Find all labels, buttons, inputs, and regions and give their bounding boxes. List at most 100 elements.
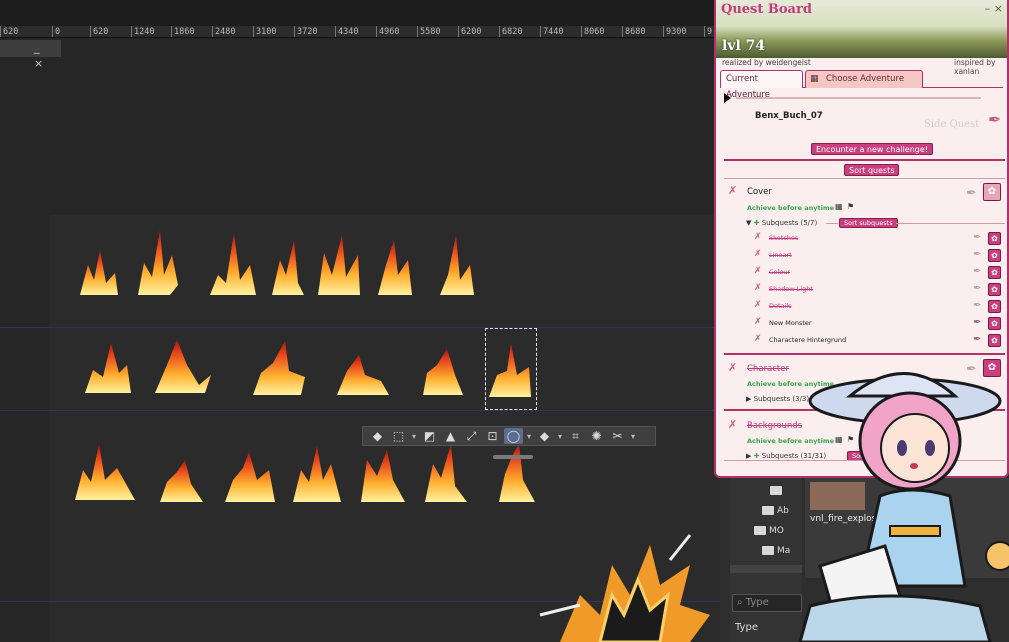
gradient-icon[interactable]: ◩	[420, 428, 439, 444]
top-strip	[0, 0, 720, 26]
grid-select-icon[interactable]: ⊡	[483, 428, 502, 444]
crop-icon[interactable]: ⌗	[566, 428, 585, 444]
transform-icon[interactable]: ⤢	[462, 428, 481, 444]
new-challenge-button[interactable]: Encounter a new challenge!	[811, 143, 933, 155]
subquest-badge-icon[interactable]: ✿	[988, 232, 1001, 245]
subquest-title: Sketches	[769, 234, 799, 242]
side-quest-label[interactable]: Side Quest	[924, 119, 979, 130]
edit-quill-icon[interactable]: ✒	[973, 334, 981, 345]
sort-subquests-button[interactable]: Sort subquests	[839, 218, 898, 228]
edit-quill-icon[interactable]: ✒	[966, 186, 977, 201]
subquest-row: ✗ Colour ✒ ✿	[716, 266, 1007, 280]
delete-quest-icon[interactable]: ✗	[728, 361, 737, 374]
project-name: Benx_Buch_07	[755, 111, 823, 121]
flame-artwork-row-1	[80, 230, 474, 295]
selection-toolbar: ◆ ⬚ ▾ ◩ ▲ ⤢ ⊡ ◯ ▾ ◆ ▾ ⌗ ✺ ✂ ▾	[362, 426, 656, 446]
calendar-icon[interactable]: ▦	[835, 202, 843, 211]
ruler-tick: 9300	[663, 26, 686, 37]
folder-item[interactable]: MO	[754, 526, 784, 536]
flame-artwork-row-3	[75, 444, 535, 502]
mascot-character	[798, 372, 1009, 642]
plus-icon: ✚	[753, 452, 760, 460]
subquest-title: New Monster	[769, 319, 812, 327]
guide-line	[0, 327, 720, 328]
delete-subquest-icon[interactable]: ✗	[754, 300, 762, 310]
edit-quill-icon[interactable]: ✒	[973, 283, 981, 294]
selection-marquee[interactable]	[485, 328, 537, 410]
lasso-icon[interactable]: ◯	[504, 428, 523, 444]
quill-icon[interactable]: ✒	[988, 110, 1001, 129]
subquest-row: ✗ Lineart ✒ ✿	[716, 249, 1007, 263]
chevron-down-icon[interactable]: ▾	[410, 432, 418, 441]
stamp-icon[interactable]: ▲	[441, 428, 460, 444]
ruler-tick: 620	[0, 26, 18, 37]
cut-icon[interactable]: ✂	[608, 428, 627, 444]
ruler-tick: 6200	[458, 26, 481, 37]
folder-icon[interactable]	[770, 486, 785, 496]
subquest-title: Shadow Light	[769, 285, 813, 293]
tab-choose-adventure[interactable]: ▦ Choose Adventure	[805, 70, 923, 88]
delete-subquest-icon[interactable]: ✗	[754, 334, 762, 344]
quest-badge-icon[interactable]: ✿	[983, 183, 1001, 201]
divider	[826, 223, 838, 224]
ruler-tick: 620	[90, 26, 108, 37]
delete-quest-icon[interactable]: ✗	[728, 418, 737, 431]
floating-window-stub[interactable]: _ ×	[0, 40, 61, 70]
calendar-icon: ▦	[810, 74, 819, 84]
chevron-down-icon[interactable]: ▾	[556, 432, 564, 441]
play-icon[interactable]	[724, 93, 731, 103]
ruler-tick: 3720	[294, 26, 317, 37]
ruler-tick: 1860	[171, 26, 194, 37]
delete-subquest-icon[interactable]: ✗	[754, 249, 762, 259]
fill-alt-icon[interactable]: ◆	[535, 428, 554, 444]
sort-quests-button[interactable]: Sort quests	[844, 164, 900, 176]
edit-quill-icon[interactable]: ✒	[973, 232, 981, 243]
explosion-artwork	[539, 534, 710, 642]
subquest-row: ✗ New Monster ✒ ✿	[716, 317, 1007, 331]
flag-icon[interactable]: ⚑	[847, 202, 854, 211]
subquest-row: ✗ Sketches ✒ ✿	[716, 232, 1007, 246]
delete-subquest-icon[interactable]: ✗	[754, 232, 762, 242]
horizontal-ruler[interactable]: 620 0 620 1240 1860 2480 3100 3720 4340 …	[0, 26, 720, 38]
subquests-toggle[interactable]: ▼ ✚ Subquests (5/7)	[746, 219, 817, 227]
ruler-tick: 1240	[131, 26, 154, 37]
subquest-badge-icon[interactable]: ✿	[988, 266, 1001, 279]
folder-item[interactable]: Ab	[762, 506, 789, 516]
magic-wand-icon[interactable]: ✺	[587, 428, 606, 444]
folder-item[interactable]: Ma	[762, 546, 790, 556]
delete-quest-icon[interactable]: ✗	[728, 184, 737, 197]
flame-artwork-row-2	[85, 340, 531, 397]
divider	[724, 353, 1005, 355]
subquest-badge-icon[interactable]: ✿	[988, 300, 1001, 313]
delete-subquest-icon[interactable]: ✗	[754, 283, 762, 293]
folder-icon	[754, 526, 766, 535]
edit-quill-icon[interactable]: ✒	[973, 317, 981, 328]
ruler-tick: 8680	[622, 26, 645, 37]
edit-quill-icon[interactable]: ✒	[973, 249, 981, 260]
toolbar-drag-handle[interactable]	[493, 455, 533, 459]
subquest-badge-icon[interactable]: ✿	[988, 249, 1001, 262]
ruler-tick: 8060	[581, 26, 604, 37]
ruler-tick: 0	[52, 26, 60, 37]
quest-title: Cover	[747, 187, 772, 197]
delete-subquest-icon[interactable]: ✗	[754, 317, 762, 327]
tab-current-adventure[interactable]: Current Adventure	[720, 70, 803, 100]
achieve-label: Achieve before anytime	[747, 204, 835, 212]
window-controls[interactable]: – ×	[985, 2, 1003, 15]
ruler-tick: 7440	[540, 26, 563, 37]
edit-quill-icon[interactable]: ✒	[973, 300, 981, 311]
subquest-row: ✗ Shadow Light ✒ ✿	[716, 283, 1007, 297]
fill-icon[interactable]: ◆	[368, 428, 387, 444]
subquest-badge-icon[interactable]: ✿	[988, 283, 1001, 296]
subquest-badge-icon[interactable]: ✿	[988, 334, 1001, 347]
delete-subquest-icon[interactable]: ✗	[754, 266, 762, 276]
chevron-down-icon[interactable]: ▾	[525, 432, 533, 441]
rect-select-icon[interactable]: ⬚	[389, 428, 408, 444]
chevron-down-icon[interactable]: ▾	[629, 432, 637, 441]
plus-icon: ✚	[753, 219, 760, 227]
quest-title: Character	[747, 364, 789, 374]
subquest-badge-icon[interactable]: ✿	[988, 317, 1001, 330]
divider	[724, 178, 1005, 179]
edit-quill-icon[interactable]: ✒	[973, 266, 981, 277]
subquest-title: Lineart	[769, 251, 792, 259]
